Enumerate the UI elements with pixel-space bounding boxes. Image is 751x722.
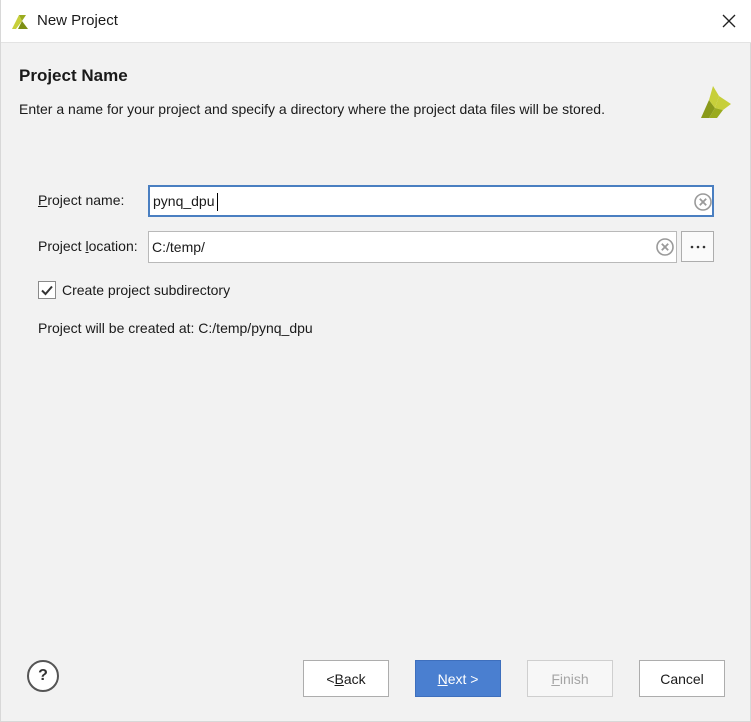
window-title: New Project	[37, 12, 118, 29]
new-project-dialog: New Project Project Name Enter a name fo…	[0, 0, 751, 722]
close-icon	[722, 14, 736, 28]
project-name-input[interactable]	[153, 187, 673, 215]
project-name-label: Project name:	[38, 192, 125, 208]
vivado-logo-icon	[701, 86, 731, 118]
clear-name-icon[interactable]	[694, 193, 712, 211]
clear-location-icon[interactable]	[656, 238, 674, 256]
create-subdirectory-label[interactable]: Create project subdirectory	[62, 282, 230, 298]
next-button[interactable]: Next >	[415, 660, 501, 697]
project-location-input[interactable]	[152, 232, 642, 262]
finish-button[interactable]: Finish	[527, 660, 613, 697]
back-button[interactable]: < Back	[303, 660, 389, 697]
close-button[interactable]	[714, 6, 744, 36]
title-bar: New Project	[1, 0, 751, 43]
create-subdirectory-checkbox[interactable]	[38, 281, 56, 299]
ellipsis-icon	[690, 245, 705, 248]
page-title: Project Name	[19, 66, 128, 85]
help-button[interactable]: ?	[27, 660, 59, 692]
project-name-field[interactable]	[148, 185, 714, 217]
page-description: Enter a name for your project and specif…	[19, 101, 605, 117]
vivado-app-icon	[12, 15, 28, 29]
project-path-preview: Project will be created at: C:/temp/pynq…	[38, 320, 313, 336]
project-location-field[interactable]	[148, 231, 677, 263]
checkmark-icon	[41, 285, 53, 296]
project-location-label: Project location:	[38, 238, 138, 254]
text-caret	[217, 193, 218, 211]
browse-location-button[interactable]	[681, 231, 714, 262]
cancel-button[interactable]: Cancel	[639, 660, 725, 697]
